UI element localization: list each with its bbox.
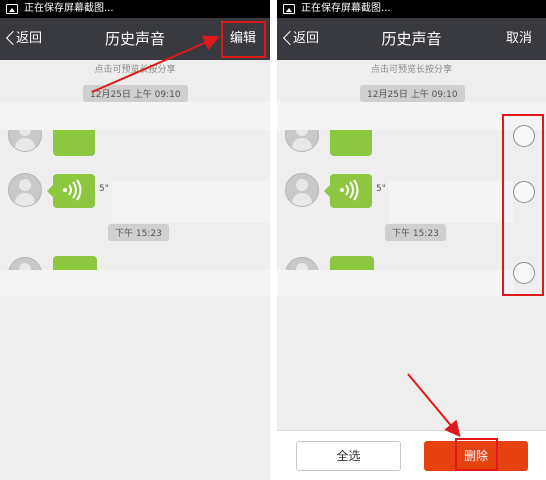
status-bar: 正在保存屏幕截图... [277, 0, 546, 18]
avatar-head [19, 179, 31, 191]
voice-duration: 5" [99, 184, 109, 194]
afternoon-time-badge: 下午 15:23 [108, 224, 169, 241]
avatar-body [15, 193, 35, 206]
status-text: 正在保存屏幕截图... [24, 3, 114, 14]
back-button[interactable]: 返回 [4, 18, 42, 60]
afternoon-time-badge: 下午 15:23 [385, 224, 446, 241]
date-time-badge: 12月25日 上午 09:10 [83, 85, 188, 102]
blur-mask [277, 270, 513, 296]
blur-mask [277, 102, 546, 130]
blur-mask [389, 181, 513, 223]
select-radio[interactable] [513, 262, 535, 284]
avatar-body [292, 138, 312, 151]
left-screen: 正在保存屏幕截图... 返回 历史声音 编辑 点击可预览长按分享 12月25日 … [0, 0, 270, 480]
back-button[interactable]: 返回 [281, 18, 319, 60]
voice-message-bubble[interactable] [47, 174, 95, 208]
avatar-body [15, 138, 35, 151]
title-bar: 返回 历史声音 编辑 [0, 18, 270, 60]
select-radio[interactable] [513, 181, 535, 203]
bottom-action-bar: 全选 删除 [277, 430, 546, 480]
right-screen: 正在保存屏幕截图... 返回 历史声音 取消 点击可预览长按分享 12月25日 … [277, 0, 546, 480]
blur-mask [0, 102, 270, 130]
voice-message-bubble[interactable] [324, 174, 372, 208]
status-text: 正在保存屏幕截图... [301, 3, 391, 14]
blur-mask [0, 270, 270, 296]
avatar-body [292, 193, 312, 206]
avatar [8, 173, 42, 207]
title-bar: 返回 历史声音 取消 [277, 18, 546, 60]
edit-button[interactable]: 编辑 [230, 18, 256, 60]
back-label: 返回 [16, 31, 43, 46]
preview-hint: 点击可预览长按分享 [370, 65, 452, 75]
voice-duration: 5" [376, 184, 386, 194]
cancel-button[interactable]: 取消 [506, 18, 532, 60]
avatar-head [296, 179, 308, 191]
image-icon [6, 4, 18, 14]
sound-wave-icon [340, 179, 359, 201]
delete-button[interactable]: 删除 [424, 441, 528, 471]
sound-wave-icon [63, 179, 82, 201]
date-time-badge: 12月25日 上午 09:10 [360, 85, 465, 102]
image-icon [283, 4, 295, 14]
status-bar: 正在保存屏幕截图... [0, 0, 270, 18]
preview-hint: 点击可预览长按分享 [94, 65, 176, 75]
back-label: 返回 [293, 31, 320, 46]
select-all-button[interactable]: 全选 [296, 441, 401, 471]
avatar [285, 173, 319, 207]
blur-mask [112, 181, 270, 223]
select-radio[interactable] [513, 125, 535, 147]
